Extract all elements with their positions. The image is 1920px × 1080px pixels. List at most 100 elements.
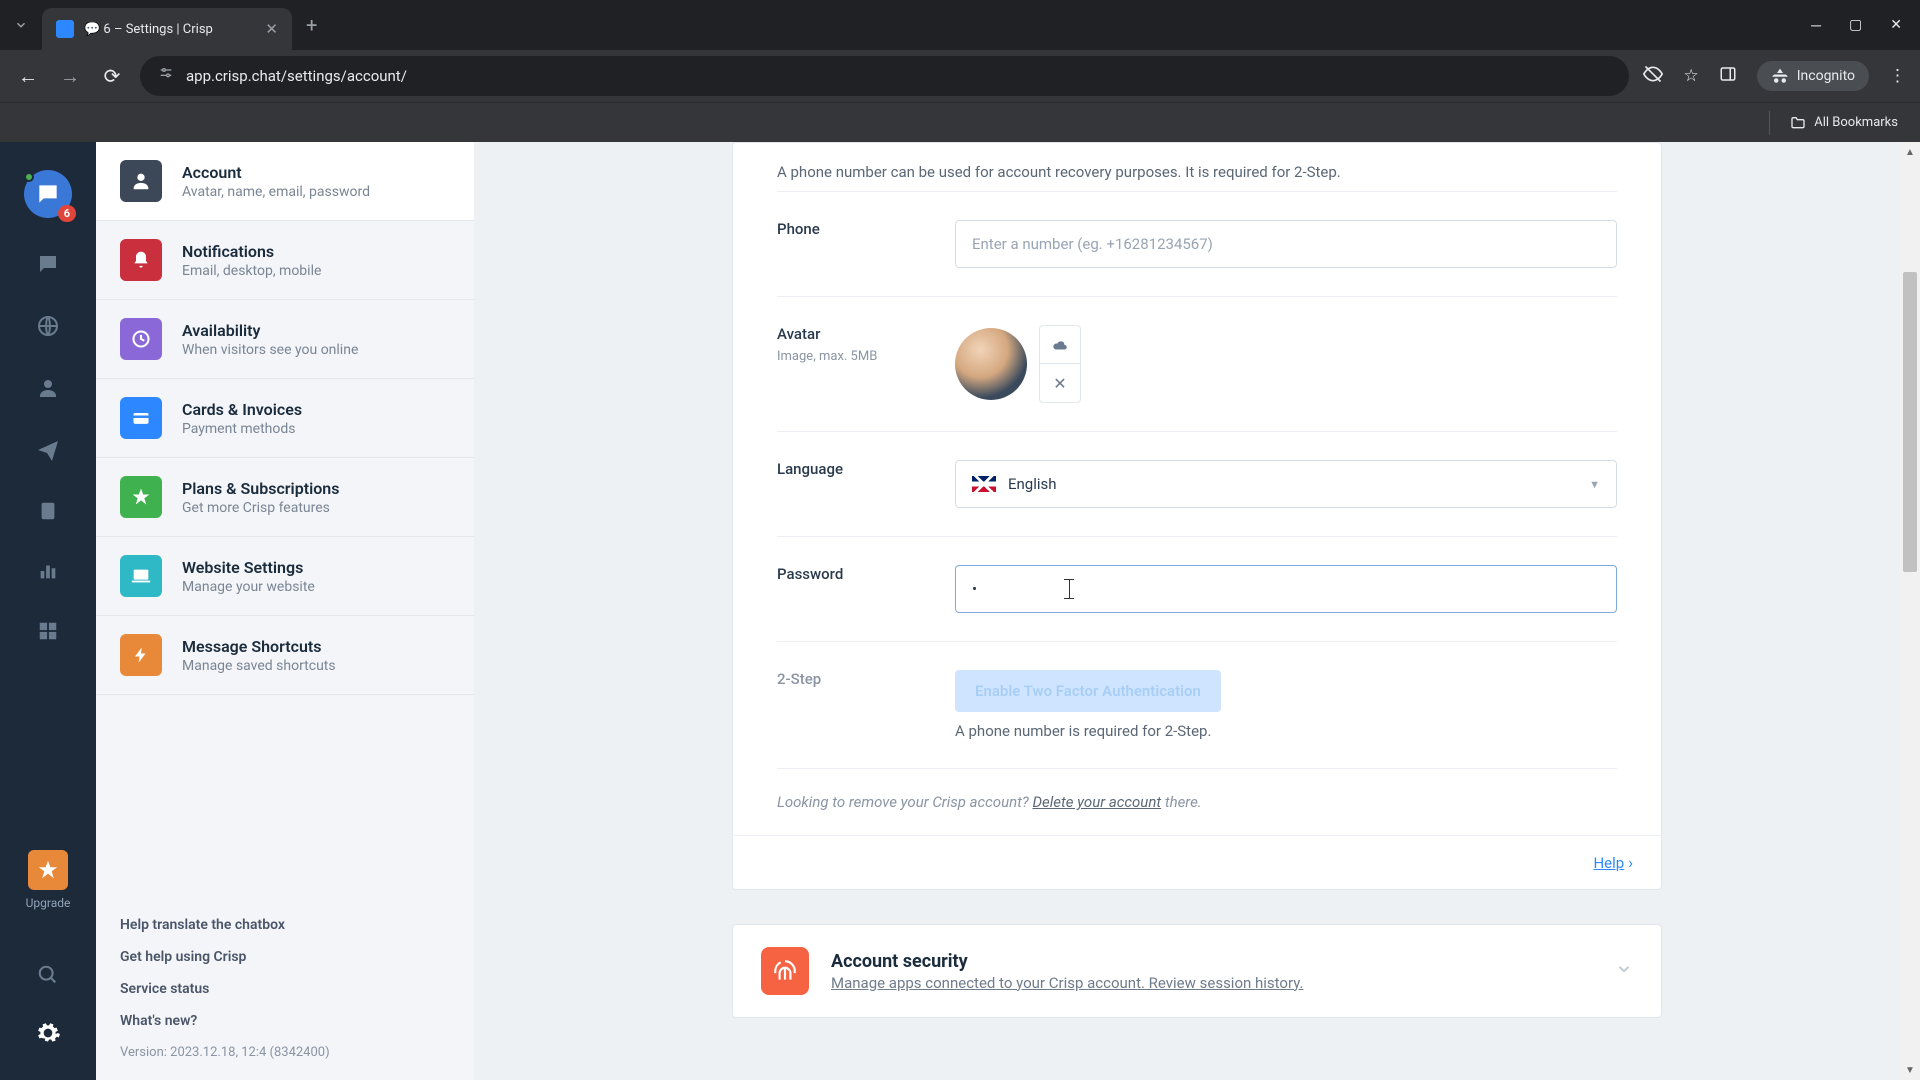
helpdesk-icon[interactable] [37, 500, 59, 526]
sidebar-item-title: Cards & Invoices [182, 400, 302, 419]
version-text: Version: 2023.12.18, 12:4 (8342400) [120, 1037, 450, 1060]
folder-icon [1790, 115, 1806, 131]
browser-toolbar: ← → ⟳ app.crisp.chat/settings/account/ ☆… [0, 50, 1920, 102]
whatsnew-link[interactable]: What's new? [120, 1005, 450, 1037]
phone-input[interactable] [955, 220, 1617, 268]
two-step-hint: A phone number is required for 2-Step. [955, 722, 1617, 740]
delete-account-row: Looking to remove your Crisp account? De… [777, 769, 1617, 835]
text-cursor-icon [1063, 579, 1075, 599]
address-bar[interactable]: app.crisp.chat/settings/account/ [140, 56, 1629, 96]
bookmark-star-icon[interactable]: ☆ [1683, 66, 1698, 86]
sidebar-item-sub: Email, desktop, mobile [182, 263, 321, 279]
browser-menu-icon[interactable]: ⋮ [1889, 66, 1906, 86]
security-title: Account security [831, 951, 1303, 972]
scroll-down-icon[interactable]: ▼ [1900, 1060, 1920, 1080]
card-footer: Help › [733, 835, 1661, 889]
help-link[interactable]: Help [1593, 854, 1624, 872]
sidebar-item-availability[interactable]: AvailabilityWhen visitors see you online [96, 300, 474, 379]
password-row: Password [777, 537, 1617, 642]
reload-button[interactable]: ⟳ [98, 64, 126, 88]
analytics-icon[interactable] [37, 560, 59, 586]
account-security-card[interactable]: Account security Manage apps connected t… [732, 924, 1662, 1018]
sidebar-item-sub: When visitors see you online [182, 342, 358, 358]
translate-link[interactable]: Help translate the chatbox [120, 909, 450, 941]
tab-close-icon[interactable]: ✕ [265, 20, 278, 38]
sidebar-item-title: Notifications [182, 242, 321, 261]
window-controls: ─ ▢ ✕ [1811, 17, 1912, 34]
sidebar-item-plans[interactable]: Plans & SubscriptionsGet more Crisp feat… [96, 458, 474, 537]
sidebar-item-sub: Payment methods [182, 421, 302, 437]
site-settings-icon[interactable] [158, 66, 174, 86]
sidebar-item-sub: Get more Crisp features [182, 500, 339, 516]
forward-button[interactable]: → [56, 64, 84, 89]
avatar-remove-button[interactable]: ✕ [1040, 364, 1080, 402]
chat-icon [35, 181, 61, 207]
avatar-sub: Image, max. 5MB [777, 349, 955, 364]
tab-search-dropdown[interactable] [8, 12, 34, 38]
all-bookmarks-button[interactable]: All Bookmarks [1790, 115, 1898, 131]
upgrade-label: Upgrade [26, 896, 71, 910]
avatar-label: Avatar [777, 325, 955, 343]
avatar-actions: ✕ [1039, 325, 1081, 403]
url-text: app.crisp.chat/settings/account/ [186, 67, 407, 85]
scrollbar-thumb[interactable] [1903, 272, 1917, 572]
lightning-icon [120, 634, 162, 676]
window-close-icon[interactable]: ✕ [1890, 17, 1902, 34]
sidebar-item-shortcuts[interactable]: Message ShortcutsManage saved shortcuts [96, 616, 474, 695]
scrollbar[interactable]: ▲ ▼ [1900, 142, 1920, 1080]
browser-tab-strip: 💬 6 – Settings | Crisp ✕ + ─ ▢ ✕ [0, 0, 1920, 50]
all-bookmarks-label: All Bookmarks [1814, 115, 1898, 130]
language-label: Language [777, 460, 955, 478]
sidebar-footer: Help translate the chatbox Get help usin… [96, 889, 474, 1080]
incognito-badge[interactable]: Incognito [1757, 61, 1869, 91]
settings-gear-icon[interactable] [35, 1020, 61, 1050]
back-button[interactable]: ← [14, 64, 42, 89]
uk-flag-icon [972, 476, 996, 492]
new-tab-button[interactable]: + [306, 13, 317, 37]
sidebar-item-website[interactable]: Website SettingsManage your website [96, 537, 474, 616]
side-panel-icon[interactable] [1719, 65, 1737, 88]
delete-account-link[interactable]: Delete your account [1032, 793, 1161, 811]
avatar-image [955, 328, 1027, 400]
window-maximize-icon[interactable]: ▢ [1849, 17, 1862, 34]
two-step-label: 2-Step [777, 670, 955, 688]
avatar-row: Avatar Image, max. 5MB ✕ [777, 297, 1617, 432]
password-label: Password [777, 565, 955, 583]
window-minimize-icon[interactable]: ─ [1811, 17, 1821, 34]
sidebar-item-cards[interactable]: Cards & Invoices Payment methods [96, 379, 474, 458]
crisp-logo[interactable]: 6 [24, 170, 72, 218]
avatar-upload-button[interactable] [1040, 326, 1080, 364]
clock-icon [120, 318, 162, 360]
chevron-down-icon [1615, 960, 1633, 982]
sidebar-item-notifications[interactable]: Notifications Email, desktop, mobile [96, 221, 474, 300]
plugins-icon[interactable] [37, 620, 59, 646]
language-select[interactable]: English ▼ [955, 460, 1617, 508]
star-icon [37, 859, 59, 881]
nav-rail: 6 Upgrade [0, 142, 96, 1080]
language-row: Language English ▼ [777, 432, 1617, 537]
sidebar-item-sub: Manage your website [182, 579, 315, 595]
contacts-icon[interactable] [36, 376, 60, 404]
help-link[interactable]: Get help using Crisp [120, 941, 450, 973]
fingerprint-icon [761, 947, 809, 995]
inbox-icon[interactable] [36, 252, 60, 280]
sidebar-item-account[interactable]: AccountAvatar, name, email, password [96, 142, 474, 221]
campaigns-icon[interactable] [36, 438, 60, 466]
tracking-protection-icon[interactable] [1643, 64, 1663, 89]
upgrade-button[interactable]: Upgrade [26, 850, 71, 910]
bookmarks-bar: All Bookmarks [0, 102, 1920, 142]
two-step-row: 2-Step Enable Two Factor Authentication … [777, 642, 1617, 769]
main-content: A phone number can be used for account r… [474, 142, 1920, 1080]
sidebar-item-sub: Avatar, name, email, password [182, 184, 370, 200]
password-input[interactable] [955, 565, 1617, 613]
enable-2fa-button[interactable]: Enable Two Factor Authentication [955, 670, 1221, 712]
laptop-icon [120, 555, 162, 597]
bell-icon [120, 239, 162, 281]
browser-tab[interactable]: 💬 6 – Settings | Crisp ✕ [42, 8, 292, 50]
visitors-icon[interactable] [36, 314, 60, 342]
search-icon[interactable] [37, 964, 59, 990]
delete-prompt: Looking to remove your Crisp account? [777, 793, 1032, 811]
status-link[interactable]: Service status [120, 973, 450, 1005]
scroll-up-icon[interactable]: ▲ [1900, 142, 1920, 162]
unread-badge: 6 [58, 205, 76, 222]
